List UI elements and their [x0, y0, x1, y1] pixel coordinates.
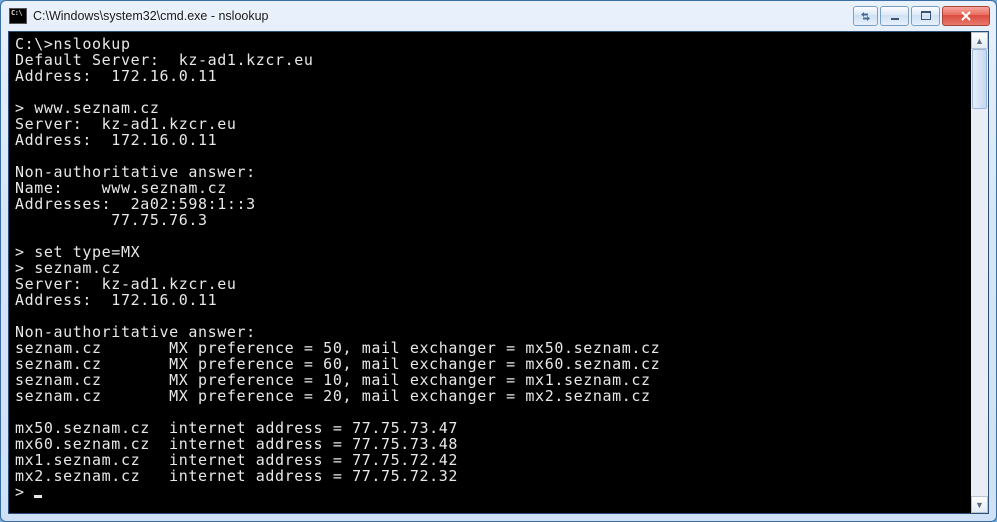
window-button-group: [853, 6, 990, 26]
chevron-up-icon: ▲: [975, 36, 984, 46]
terminal-line: Address: 172.16.0.11: [15, 131, 217, 149]
minimize-button[interactable]: [880, 6, 909, 26]
close-icon: [960, 11, 972, 21]
terminal-line: 77.75.76.3: [15, 211, 208, 229]
scroll-track[interactable]: [971, 49, 988, 496]
terminal-line: Address: 172.16.0.11: [15, 291, 217, 309]
minimize-icon: [890, 11, 900, 21]
client-area: C:\>nslookup Default Server: kz-ad1.kzcr…: [8, 31, 989, 514]
window-title: C:\Windows\system32\cmd.exe - nslookup: [33, 9, 847, 23]
swap-icon: [860, 12, 871, 21]
close-button[interactable]: [942, 6, 990, 26]
terminal-line: mx2.seznam.cz internet address = 77.75.7…: [15, 467, 458, 485]
maximize-button[interactable]: [911, 6, 940, 26]
cmd-icon: [9, 8, 27, 24]
terminal-line: seznam.cz MX preference = 20, mail excha…: [15, 387, 651, 405]
terminal-line: Address: 172.16.0.11: [15, 67, 217, 85]
scroll-thumb[interactable]: [972, 49, 987, 109]
cmd-window: C:\Windows\system32\cmd.exe - nslookup C…: [0, 0, 997, 522]
maximize-icon: [921, 11, 931, 21]
chevron-down-icon: ▼: [975, 500, 984, 510]
cursor: [34, 495, 42, 498]
terminal-line: >: [15, 483, 34, 501]
terminal-output[interactable]: C:\>nslookup Default Server: kz-ad1.kzcr…: [15, 36, 970, 513]
titlebar[interactable]: C:\Windows\system32\cmd.exe - nslookup: [1, 1, 996, 31]
scroll-up-button[interactable]: ▲: [971, 32, 988, 49]
vertical-scrollbar[interactable]: ▲ ▼: [971, 32, 988, 513]
help-button[interactable]: [853, 6, 878, 26]
scroll-down-button[interactable]: ▼: [971, 496, 988, 513]
